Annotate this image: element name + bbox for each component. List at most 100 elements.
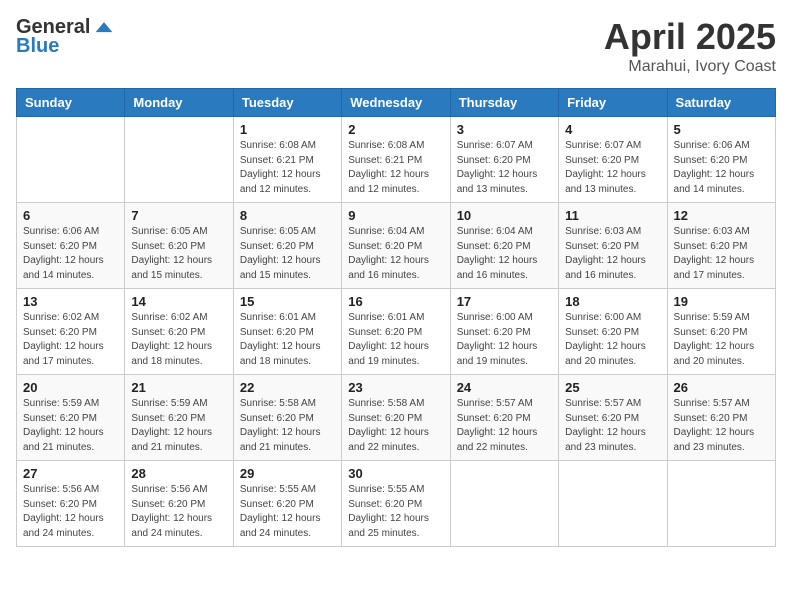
day-number: 25 [565, 380, 660, 395]
day-number: 28 [131, 466, 226, 481]
day-info: Sunrise: 6:04 AM Sunset: 6:20 PM Dayligh… [348, 225, 443, 283]
calendar-cell: 4 Sunrise: 6:07 AM Sunset: 6:20 PM Daylig… [559, 117, 667, 203]
day-number: 26 [674, 380, 769, 395]
day-info: Sunrise: 6:03 AM Sunset: 6:20 PM Dayligh… [674, 225, 769, 283]
day-number: 2 [348, 122, 443, 137]
calendar-cell: 1 Sunrise: 6:08 AM Sunset: 6:21 PM Daylig… [233, 117, 341, 203]
calendar-cell: 25Sunrise: 5:57 AM Sunset: 6:20 PM Dayli… [559, 375, 667, 461]
day-number: 1 [240, 122, 335, 137]
calendar-week-row: 20 Sunrise: 5:59 AM Sunset: 6:20 PM Dayli… [17, 375, 776, 461]
day-info: Sunrise: 6:04 AM Sunset: 6:20 PM Dayligh… [457, 225, 552, 283]
month-title: April 2025 [604, 16, 776, 58]
day-info: Sunrise: 5:56 AM Sunset: 6:20 PM Dayligh… [131, 483, 226, 541]
calendar-week-row: 27 Sunrise: 5:56 AM Sunset: 6:20 PM Dayli… [17, 461, 776, 547]
day-number: 18 [565, 294, 660, 309]
calendar-cell: 19 Sunrise: 5:59 AM Sunset: 6:20 PM Dayli… [667, 289, 775, 375]
day-number: 29 [240, 466, 335, 481]
day-info: Sunrise: 6:01 AM Sunset: 6:20 PM Dayligh… [240, 311, 335, 369]
calendar-cell: 26 Sunrise: 5:57 AM Sunset: 6:20 PM Dayli… [667, 375, 775, 461]
day-info: Sunrise: 5:58 AM Sunset: 6:20 PM Dayligh… [240, 397, 335, 455]
day-info: Sunrise: 6:00 AM Sunset: 6:20 PM Dayligh… [565, 311, 660, 369]
calendar-day-header: Thursday [450, 89, 558, 117]
calendar-cell: 18 Sunrise: 6:00 AM Sunset: 6:20 PM Dayli… [559, 289, 667, 375]
day-info: Sunrise: 6:00 AM Sunset: 6:20 PM Dayligh… [457, 311, 552, 369]
calendar-cell [667, 461, 775, 547]
day-number: 15 [240, 294, 335, 309]
location-title: Marahui, Ivory Coast [604, 58, 776, 76]
day-info: Sunrise: 5:57 AM Sunset: 6:20 PM Dayligh… [457, 397, 552, 455]
calendar-cell: 9Sunrise: 6:04 AM Sunset: 6:20 PM Daylig… [342, 203, 450, 289]
calendar-cell: 12Sunrise: 6:03 AM Sunset: 6:20 PM Dayli… [667, 203, 775, 289]
day-info: Sunrise: 6:02 AM Sunset: 6:20 PM Dayligh… [131, 311, 226, 369]
calendar-cell: 15 Sunrise: 6:01 AM Sunset: 6:20 PM Dayli… [233, 289, 341, 375]
day-number: 17 [457, 294, 552, 309]
logo-blue: Blue [16, 35, 59, 58]
day-number: 5 [674, 122, 769, 137]
day-info: Sunrise: 6:01 AM Sunset: 6:20 PM Dayligh… [348, 311, 443, 369]
day-number: 23 [348, 380, 443, 395]
calendar-cell: 13 Sunrise: 6:02 AM Sunset: 6:20 PM Dayli… [17, 289, 125, 375]
day-info: Sunrise: 6:08 AM Sunset: 6:21 PM Dayligh… [240, 139, 335, 197]
logo: General Blue [16, 16, 114, 58]
calendar-day-header: Sunday [17, 89, 125, 117]
day-info: Sunrise: 5:59 AM Sunset: 6:20 PM Dayligh… [131, 397, 226, 455]
day-info: Sunrise: 5:57 AM Sunset: 6:20 PM Dayligh… [674, 397, 769, 455]
calendar-day-header: Saturday [667, 89, 775, 117]
day-number: 4 [565, 122, 660, 137]
day-number: 14 [131, 294, 226, 309]
title-section: April 2025 Marahui, Ivory Coast [604, 16, 776, 76]
calendar-cell [559, 461, 667, 547]
calendar-day-header: Monday [125, 89, 233, 117]
calendar-cell: 8Sunrise: 6:05 AM Sunset: 6:20 PM Daylig… [233, 203, 341, 289]
calendar-day-header: Tuesday [233, 89, 341, 117]
day-info: Sunrise: 6:05 AM Sunset: 6:20 PM Dayligh… [131, 225, 226, 283]
day-info: Sunrise: 5:55 AM Sunset: 6:20 PM Dayligh… [348, 483, 443, 541]
calendar-cell: 16 Sunrise: 6:01 AM Sunset: 6:20 PM Dayli… [342, 289, 450, 375]
calendar-cell [17, 117, 125, 203]
calendar-week-row: 13 Sunrise: 6:02 AM Sunset: 6:20 PM Dayli… [17, 289, 776, 375]
day-number: 10 [457, 208, 552, 223]
calendar-week-row: 1 Sunrise: 6:08 AM Sunset: 6:21 PM Daylig… [17, 117, 776, 203]
calendar-cell: 29 Sunrise: 5:55 AM Sunset: 6:20 PM Dayli… [233, 461, 341, 547]
day-number: 13 [23, 294, 118, 309]
day-number: 30 [348, 466, 443, 481]
calendar-cell: 28 Sunrise: 5:56 AM Sunset: 6:20 PM Dayli… [125, 461, 233, 547]
day-info: Sunrise: 5:55 AM Sunset: 6:20 PM Dayligh… [240, 483, 335, 541]
calendar-cell: 30 Sunrise: 5:55 AM Sunset: 6:20 PM Dayli… [342, 461, 450, 547]
calendar-cell: 10 Sunrise: 6:04 AM Sunset: 6:20 PM Dayli… [450, 203, 558, 289]
day-info: Sunrise: 5:59 AM Sunset: 6:20 PM Dayligh… [674, 311, 769, 369]
calendar-cell: 11Sunrise: 6:03 AM Sunset: 6:20 PM Dayli… [559, 203, 667, 289]
calendar-header-row: SundayMondayTuesdayWednesdayThursdayFrid… [17, 89, 776, 117]
day-number: 22 [240, 380, 335, 395]
day-info: Sunrise: 6:08 AM Sunset: 6:21 PM Dayligh… [348, 139, 443, 197]
day-number: 24 [457, 380, 552, 395]
calendar-cell: 20 Sunrise: 5:59 AM Sunset: 6:20 PM Dayli… [17, 375, 125, 461]
calendar-cell: 14 Sunrise: 6:02 AM Sunset: 6:20 PM Dayli… [125, 289, 233, 375]
day-info: Sunrise: 6:06 AM Sunset: 6:20 PM Dayligh… [23, 225, 118, 283]
day-info: Sunrise: 6:07 AM Sunset: 6:20 PM Dayligh… [565, 139, 660, 197]
calendar-cell: 23Sunrise: 5:58 AM Sunset: 6:20 PM Dayli… [342, 375, 450, 461]
day-number: 20 [23, 380, 118, 395]
calendar-day-header: Friday [559, 89, 667, 117]
day-info: Sunrise: 6:03 AM Sunset: 6:20 PM Dayligh… [565, 225, 660, 283]
day-info: Sunrise: 6:07 AM Sunset: 6:20 PM Dayligh… [457, 139, 552, 197]
calendar-cell: 24 Sunrise: 5:57 AM Sunset: 6:20 PM Dayli… [450, 375, 558, 461]
day-number: 16 [348, 294, 443, 309]
day-number: 21 [131, 380, 226, 395]
calendar-cell: 3Sunrise: 6:07 AM Sunset: 6:20 PM Daylig… [450, 117, 558, 203]
day-info: Sunrise: 5:59 AM Sunset: 6:20 PM Dayligh… [23, 397, 118, 455]
calendar-week-row: 6 Sunrise: 6:06 AM Sunset: 6:20 PM Daylig… [17, 203, 776, 289]
logo-icon [94, 18, 114, 38]
day-info: Sunrise: 6:05 AM Sunset: 6:20 PM Dayligh… [240, 225, 335, 283]
calendar-cell: 2 Sunrise: 6:08 AM Sunset: 6:21 PM Daylig… [342, 117, 450, 203]
day-number: 6 [23, 208, 118, 223]
calendar-cell: 22 Sunrise: 5:58 AM Sunset: 6:20 PM Dayli… [233, 375, 341, 461]
day-number: 19 [674, 294, 769, 309]
day-info: Sunrise: 6:02 AM Sunset: 6:20 PM Dayligh… [23, 311, 118, 369]
calendar-cell: 27Sunrise: 5:56 AM Sunset: 6:20 PM Dayli… [17, 461, 125, 547]
day-number: 7 [131, 208, 226, 223]
day-number: 27 [23, 466, 118, 481]
calendar-day-header: Wednesday [342, 89, 450, 117]
calendar-cell: 7 Sunrise: 6:05 AM Sunset: 6:20 PM Daylig… [125, 203, 233, 289]
page-header: General Blue April 2025 Marahui, Ivory C… [16, 16, 776, 76]
